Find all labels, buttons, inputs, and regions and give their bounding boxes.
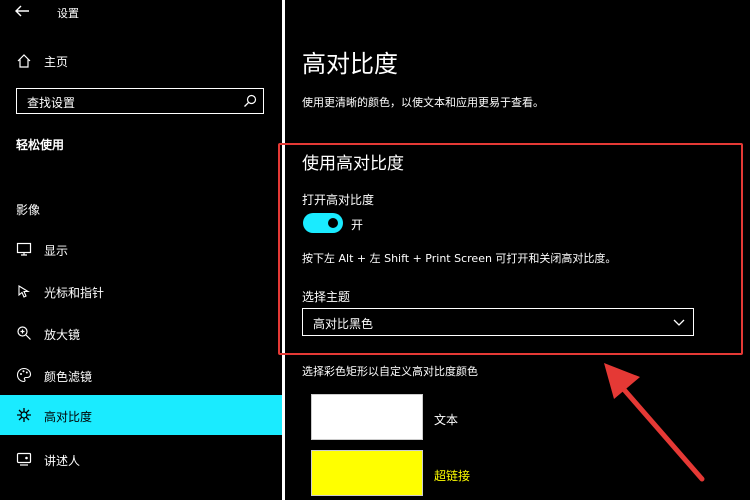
high-contrast-toggle[interactable] bbox=[303, 213, 343, 233]
sidebar-group-label: 影像 bbox=[16, 203, 41, 217]
section-title: 使用高对比度 bbox=[302, 154, 404, 174]
theme-select-value: 高对比黑色 bbox=[313, 317, 374, 331]
palette-icon bbox=[16, 367, 32, 383]
toggle-knob bbox=[328, 218, 338, 228]
monitor-icon bbox=[16, 242, 32, 256]
sidebar-item-magnifier[interactable]: 放大镜 bbox=[0, 313, 282, 353]
sidebar-item-display[interactable]: 显示 bbox=[0, 229, 282, 269]
contrast-icon bbox=[17, 408, 31, 422]
theme-select[interactable]: 高对比黑色 bbox=[302, 308, 694, 336]
sidebar-section-title: 轻松使用 bbox=[16, 138, 65, 152]
shortcut-hint: 按下左 Alt + 左 Shift + Print Screen 可打开和关闭高… bbox=[302, 252, 617, 265]
text-color-swatch[interactable] bbox=[311, 394, 423, 440]
sidebar-item-home[interactable]: 主页 bbox=[0, 50, 282, 72]
sidebar-item-label: 高对比度 bbox=[44, 410, 93, 424]
color-hint: 选择彩色矩形以自定义高对比度颜色 bbox=[302, 365, 478, 378]
annotation-arrow bbox=[604, 363, 705, 482]
chevron-down-icon bbox=[673, 319, 685, 326]
sidebar-item-label: 讲述人 bbox=[44, 454, 81, 468]
home-label: 主页 bbox=[44, 55, 69, 69]
sidebar-item-color-filters[interactable]: 颜色滤镜 bbox=[0, 355, 282, 395]
text-color-label: 文本 bbox=[434, 413, 459, 427]
page-description: 使用更清晰的颜色，以使文本和应用更易于查看。 bbox=[302, 96, 544, 109]
home-icon bbox=[17, 54, 31, 68]
sidebar-item-label: 显示 bbox=[44, 244, 69, 258]
toggle-label: 打开高对比度 bbox=[302, 193, 375, 207]
sidebar-item-narrator[interactable]: 讲述人 bbox=[0, 439, 282, 479]
back-arrow-icon[interactable] bbox=[14, 4, 30, 18]
hyperlink-color-label: 超链接 bbox=[434, 469, 471, 483]
sidebar-item-high-contrast[interactable]: 高对比度 bbox=[0, 395, 282, 435]
sidebar-item-cursor[interactable]: 光标和指针 bbox=[0, 271, 282, 311]
page-title: 高对比度 bbox=[302, 50, 398, 78]
narrator-icon bbox=[16, 452, 32, 466]
sidebar-item-label: 光标和指针 bbox=[44, 286, 105, 300]
sidebar-item-label: 放大镜 bbox=[44, 328, 81, 342]
title-bar: 设置 bbox=[0, 0, 282, 24]
sidebar-item-label: 颜色滤镜 bbox=[44, 370, 93, 384]
window-title: 设置 bbox=[57, 7, 79, 20]
cursor-icon bbox=[18, 285, 30, 298]
search-input[interactable]: 查找设置 bbox=[16, 88, 264, 114]
hyperlink-color-swatch[interactable] bbox=[311, 450, 423, 496]
sidebar: 设置 主页 查找设置 轻松使用 影像 显示 光标和指针 放大镜 颜色滤镜 高对比… bbox=[0, 0, 282, 500]
search-placeholder: 查找设置 bbox=[27, 96, 76, 110]
theme-label: 选择主题 bbox=[302, 290, 351, 304]
magnifier-icon bbox=[17, 326, 31, 340]
search-icon[interactable] bbox=[243, 94, 257, 108]
toggle-state-label: 开 bbox=[351, 218, 364, 232]
